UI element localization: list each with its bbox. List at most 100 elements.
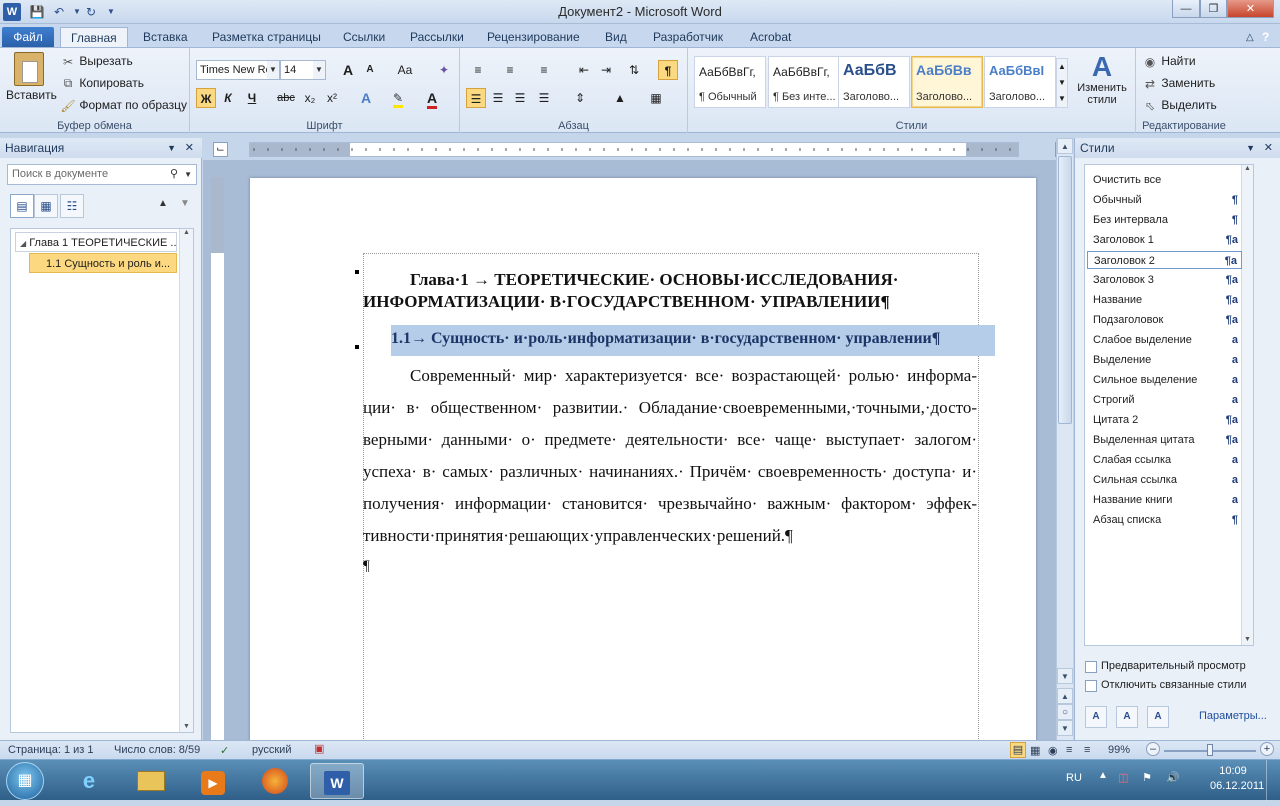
internet-explorer-icon[interactable]: e <box>62 763 116 799</box>
heading2-selected[interactable]: 1.1→ Сущность· и·роль·информатизации· в·… <box>391 325 995 356</box>
previous-heading-icon[interactable]: ▲ <box>158 198 168 209</box>
scroll-down-icon[interactable]: ▼ <box>1242 636 1253 643</box>
network-icon[interactable]: ◫ <box>1118 771 1128 784</box>
shading-icon[interactable]: ▲ <box>610 88 630 108</box>
format-painter-button[interactable]: 🖌 Формат по образцу <box>60 98 187 113</box>
style-list-item[interactable]: Название ¶a <box>1087 291 1242 309</box>
clock[interactable]: 10:09 06.12.2011 <box>1210 765 1264 792</box>
style-list-item[interactable]: Абзац списка ¶ <box>1087 511 1242 529</box>
scroll-up-icon[interactable]: ▲ <box>180 229 193 236</box>
tab-stop-selector[interactable]: ⌙ <box>213 142 228 157</box>
proofing-icon[interactable]: ✓ <box>220 744 229 757</box>
change-case-button[interactable]: Aa <box>392 60 418 80</box>
tab-view[interactable]: Вид <box>595 27 637 48</box>
multilevel-list-icon[interactable]: ≡ <box>534 60 554 80</box>
help-icon[interactable]: ? <box>1252 27 1279 48</box>
text-effects-icon[interactable]: A <box>356 88 376 108</box>
body-line[interactable]: верными· данными· о· предмете· деятельно… <box>363 430 977 450</box>
tab-page-layout[interactable]: Разметка страницы <box>202 27 331 48</box>
font-size-combo[interactable]: 14 ▼ <box>280 60 326 80</box>
volume-icon[interactable]: 🔊 <box>1166 771 1180 784</box>
browse-object-icon[interactable]: ○ <box>1057 704 1073 720</box>
macro-record-icon[interactable]: ▣ <box>314 742 324 755</box>
tab-home[interactable]: Главная <box>60 27 128 48</box>
strikethrough-button[interactable]: abc <box>274 88 298 108</box>
chevron-down-icon[interactable]: ▼ <box>184 165 192 184</box>
tab-references[interactable]: Ссылки <box>333 27 395 48</box>
nav-heading-item[interactable]: ◢ Глава 1 ТЕОРЕТИЧЕСКИЕ ... <box>15 232 177 252</box>
align-right-icon[interactable]: ☰ <box>510 88 530 108</box>
shrink-font-button[interactable]: A <box>360 60 380 80</box>
zoom-level[interactable]: 99% <box>1108 744 1130 756</box>
horizontal-ruler[interactable] <box>249 142 1019 157</box>
media-player-icon[interactable]: ▶ <box>186 763 240 799</box>
line-spacing-icon[interactable]: ⇕ <box>570 88 590 108</box>
disable-linked-checkbox[interactable] <box>1085 680 1097 692</box>
style-list-item[interactable]: Заголовок 2 ¶a <box>1087 251 1242 269</box>
italic-button[interactable]: К <box>218 88 238 108</box>
chevron-down-icon[interactable]: ▼ <box>267 61 279 79</box>
scroll-up-icon[interactable]: ▲ <box>1242 165 1253 172</box>
heading1-line1[interactable]: Глава·1 → ТЕОРЕТИЧЕСКИЕ· ОСНОВЫ·ИССЛЕДОВ… <box>410 270 898 290</box>
web-layout-icon[interactable]: ◉ <box>1048 744 1058 757</box>
scroll-down-icon[interactable]: ▼ <box>1057 668 1073 684</box>
style-list-item[interactable]: Подзаголовок ¶a <box>1087 311 1242 329</box>
underline-button[interactable]: Ч <box>242 88 262 108</box>
style-list-item[interactable]: Заголовок 1 ¶a <box>1087 231 1242 249</box>
show-formatting-button[interactable]: ¶ <box>658 60 678 80</box>
style-heading-2[interactable]: АаБбВв Заголово... <box>911 56 983 108</box>
change-styles-button[interactable]: A Изменить стили <box>1072 52 1132 107</box>
tab-mailings[interactable]: Рассылки <box>400 27 474 48</box>
chevron-down-icon[interactable]: ▼ <box>167 138 176 158</box>
tab-developer[interactable]: Разработчик <box>643 27 733 48</box>
nav-search-input[interactable]: Поиск в документе ⚲ ▼ <box>7 164 197 185</box>
zoom-in-icon[interactable]: + <box>1260 742 1274 756</box>
style-list-item[interactable]: Строгий a <box>1087 391 1242 409</box>
start-button[interactable]: ▦ <box>6 762 44 800</box>
scroll-thumb[interactable] <box>1058 156 1072 424</box>
superscript-button[interactable]: x² <box>322 88 342 108</box>
style-inspector-icon[interactable]: A <box>1116 706 1138 728</box>
options-link[interactable]: Параметры... <box>1199 710 1267 722</box>
increase-indent-icon[interactable]: ⇥ <box>596 60 616 80</box>
flag-icon[interactable]: ⚑ <box>1142 771 1152 784</box>
nav-tree-scrollbar[interactable]: ▲ ▼ <box>179 229 193 732</box>
paste-button[interactable]: Вставить <box>6 52 57 102</box>
explorer-folder-icon[interactable] <box>124 763 178 799</box>
zoom-out-icon[interactable]: – <box>1146 742 1160 756</box>
scroll-down-icon[interactable]: ▼ <box>180 723 193 730</box>
body-line[interactable]: ции· в· общественном· развитии.· Обладан… <box>363 398 977 418</box>
style-list-item[interactable]: Сильная ссылка a <box>1087 471 1242 489</box>
style-list-item[interactable]: Цитата 2 ¶a <box>1087 411 1242 429</box>
tab-review[interactable]: Рецензирование <box>477 27 590 48</box>
page-count[interactable]: Страница: 1 из 1 <box>8 744 94 756</box>
style-list-item[interactable]: Заголовок 3 ¶a <box>1087 271 1242 289</box>
show-hidden-icons[interactable]: ▲ <box>1098 770 1108 781</box>
collapse-icon[interactable]: ◢ <box>20 239 26 248</box>
align-left-icon[interactable]: ☰ <box>466 88 486 108</box>
body-line[interactable]: получения· информации· становится· чрезв… <box>363 494 977 514</box>
manage-styles-icon[interactable]: A <box>1147 706 1169 728</box>
style-list-item[interactable]: Без интервала ¶ <box>1087 211 1242 229</box>
heading1-line2[interactable]: ИНФОРМАТИЗАЦИИ· В·ГОСУДАРСТВЕННОМ· УПРАВ… <box>363 292 890 312</box>
restore-button[interactable]: ❐ <box>1200 0 1227 18</box>
next-page-icon[interactable]: ▼ <box>1057 720 1073 736</box>
sort-icon[interactable]: ⇅ <box>624 60 644 80</box>
close-button[interactable]: ✕ <box>1227 0 1274 18</box>
minimize-button[interactable]: — <box>1172 0 1200 18</box>
style-list-item[interactable]: Слабая ссылка a <box>1087 451 1242 469</box>
style-list-item[interactable]: Обычный ¶ <box>1087 191 1242 209</box>
chevron-down-icon[interactable]: ▼ <box>313 61 325 79</box>
document-page[interactable]: Глава·1 → ТЕОРЕТИЧЕСКИЕ· ОСНОВЫ·ИССЛЕДОВ… <box>250 178 1036 740</box>
select-button[interactable]: ⬁ Выделить <box>1142 98 1217 113</box>
new-style-icon[interactable]: A <box>1085 706 1107 728</box>
search-icon[interactable]: ⚲ <box>170 165 178 184</box>
justify-icon[interactable]: ☰ <box>534 88 554 108</box>
tab-acrobat[interactable]: Acrobat <box>740 27 801 48</box>
style-no-spacing[interactable]: АаБбВвГг, ¶ Без инте... <box>768 56 840 108</box>
browse-headings-icon[interactable]: ▤ <box>10 194 34 218</box>
browse-pages-icon[interactable]: ▦ <box>34 194 58 218</box>
close-icon[interactable]: ✕ <box>185 138 194 158</box>
word-count[interactable]: Число слов: 8/59 <box>114 744 200 756</box>
find-button[interactable]: ◉ Найти <box>1142 54 1196 69</box>
